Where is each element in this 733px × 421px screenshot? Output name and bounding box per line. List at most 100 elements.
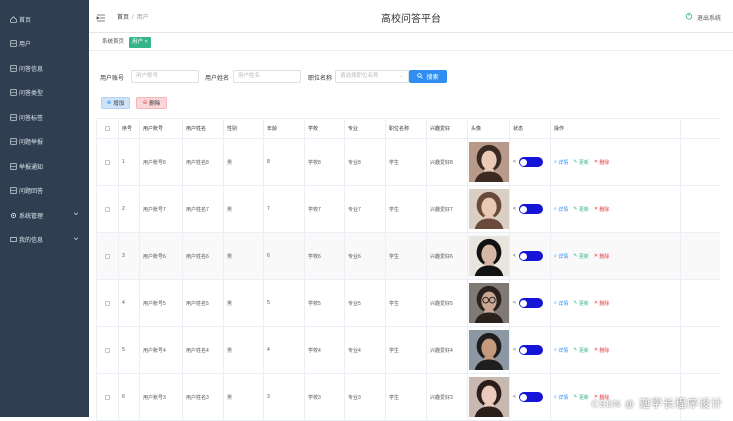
sidebar-item-5[interactable]: 问题举报 <box>0 130 89 155</box>
tag-home[interactable]: 系统首页 <box>99 37 127 48</box>
cell-age: 6 <box>264 233 305 279</box>
grid-icon <box>9 187 17 195</box>
tag-user-active[interactable]: 用户 × <box>129 37 151 48</box>
watermark-brand: CSDN @ <box>592 399 635 409</box>
detail-button[interactable]: ⌕ 详情 <box>554 347 568 354</box>
search-bar: 用户账号 用户账号 用户姓名 用户姓名 职位名称 请选择职位名称 ⌄ 搜索 <box>89 66 733 88</box>
search-button-label: 搜索 <box>426 72 438 81</box>
row-checkbox[interactable] <box>105 395 110 400</box>
column-header: 学校 <box>305 119 345 138</box>
minus-circle-icon: ⊖ <box>143 100 148 106</box>
status-toggle[interactable] <box>519 204 543 214</box>
cell-position: 学生 <box>386 186 427 232</box>
sidebar-item-3[interactable]: 问答类型 <box>0 81 89 106</box>
column-header: 状态 <box>510 119 551 138</box>
cell-school: 学校5 <box>305 280 345 326</box>
cell-major: 专业6 <box>345 233 386 279</box>
row-checkbox[interactable] <box>105 301 110 306</box>
sidebar-item-7[interactable]: 问题回答 <box>0 179 89 204</box>
position-select[interactable]: 请选择职位名称 ⌄ <box>335 70 409 83</box>
cell-account: 用户账号4 <box>140 327 183 373</box>
row-delete-button[interactable]: ✕ 删除 <box>594 253 610 260</box>
close-icon: ✕ <box>594 206 598 212</box>
edit-icon: ✎ <box>573 253 577 259</box>
edit-icon: ✎ <box>573 206 577 212</box>
delete-button-label: 删除 <box>149 99 160 107</box>
chevron-down-icon <box>73 211 79 219</box>
watermark-author: 迦学长程序设计 <box>639 398 723 410</box>
cell-age: 4 <box>264 327 305 373</box>
select-all-checkbox[interactable] <box>105 126 110 131</box>
sidebar-item-6[interactable]: 举报通知 <box>0 154 89 179</box>
row-checkbox[interactable] <box>105 348 110 353</box>
update-button[interactable]: ✎ 更新 <box>573 206 589 213</box>
row-select-cell <box>97 280 119 326</box>
sidebar-item-label: 系统管理 <box>19 211 43 220</box>
detail-button[interactable]: ⌕ 详情 <box>554 206 568 213</box>
status-toggle[interactable] <box>519 345 543 355</box>
cell-gender: 男 <box>224 186 264 232</box>
position-select-placeholder: 请选择职位名称 <box>340 73 379 79</box>
row-delete-button[interactable]: ✕ 删除 <box>594 206 610 213</box>
edit-icon: ✎ <box>573 394 577 400</box>
row-checkbox[interactable] <box>105 254 110 259</box>
add-button[interactable]: ⊕ 增加 <box>101 97 130 109</box>
cell-major: 专业4 <box>345 327 386 373</box>
search-button[interactable]: 搜索 <box>409 70 447 83</box>
column-header: 兴趣爱好 <box>427 119 468 138</box>
detail-button[interactable]: ⌕ 详情 <box>554 300 568 307</box>
column-header: 用户姓名 <box>183 119 224 138</box>
row-checkbox[interactable] <box>105 207 110 212</box>
cell-status: < <box>510 186 551 232</box>
logout-button[interactable]: 退出系统 <box>685 12 721 22</box>
update-button[interactable]: ✎ 更新 <box>573 300 589 307</box>
cell-name: 用户姓名6 <box>183 233 224 279</box>
row-select-cell <box>97 139 119 185</box>
sidebar-item-9[interactable]: 我的信息 <box>0 228 89 253</box>
sidebar-item-2[interactable]: 问答信息 <box>0 56 89 81</box>
cell-idx: 3 <box>119 233 140 279</box>
add-button-label: 增加 <box>113 99 124 107</box>
status-toggle[interactable] <box>519 298 543 308</box>
status-toggle[interactable] <box>519 251 543 261</box>
detail-button[interactable]: ⌕ 详情 <box>554 394 568 401</box>
detail-button[interactable]: ⌕ 详情 <box>554 159 568 166</box>
update-button[interactable]: ✎ 更新 <box>573 347 589 354</box>
cell-name: 用户姓名3 <box>183 374 224 420</box>
cell-avatar <box>468 280 510 326</box>
cell-major: 专业3 <box>345 374 386 420</box>
sidebar-item-0[interactable]: 首页 <box>0 7 89 32</box>
row-checkbox[interactable] <box>105 160 110 165</box>
cell-age: 5 <box>264 280 305 326</box>
cell-gender: 男 <box>224 233 264 279</box>
detail-button[interactable]: ⌕ 详情 <box>554 253 568 260</box>
row-delete-button[interactable]: ✕ 删除 <box>594 159 610 166</box>
row-delete-button[interactable]: ✕ 删除 <box>594 347 610 354</box>
cell-avatar <box>468 374 510 420</box>
update-button[interactable]: ✎ 更新 <box>573 253 589 260</box>
column-header: 序号 <box>119 119 140 138</box>
status-toggle[interactable] <box>519 392 543 402</box>
avatar-image <box>469 141 509 183</box>
home-icon <box>9 15 17 23</box>
detail-label: 详情 <box>558 347 568 354</box>
name-input[interactable]: 用户姓名 <box>233 70 301 83</box>
search-label-position: 职位名称 <box>308 73 332 82</box>
row-delete-button[interactable]: ✕ 删除 <box>594 300 610 307</box>
sidebar-item-4[interactable]: 问答标签 <box>0 105 89 130</box>
sidebar-item-8[interactable]: 系统管理 <box>0 203 89 228</box>
sidebar-item-1[interactable]: 用户 <box>0 32 89 57</box>
cell-avatar <box>468 233 510 279</box>
status-toggle[interactable] <box>519 157 543 167</box>
delete-button[interactable]: ⊖ 删除 <box>136 97 167 109</box>
cell-school: 学校7 <box>305 186 345 232</box>
column-header: 操作 <box>551 119 681 138</box>
account-input[interactable]: 用户账号 <box>131 70 199 83</box>
update-button[interactable]: ✎ 更新 <box>573 159 589 166</box>
select-all-header[interactable] <box>97 119 119 138</box>
sidebar-item-label: 举报通知 <box>19 162 43 171</box>
search-icon <box>417 73 423 81</box>
power-icon <box>685 12 693 22</box>
update-button[interactable]: ✎ 更新 <box>573 394 589 401</box>
cell-idx: 1 <box>119 139 140 185</box>
